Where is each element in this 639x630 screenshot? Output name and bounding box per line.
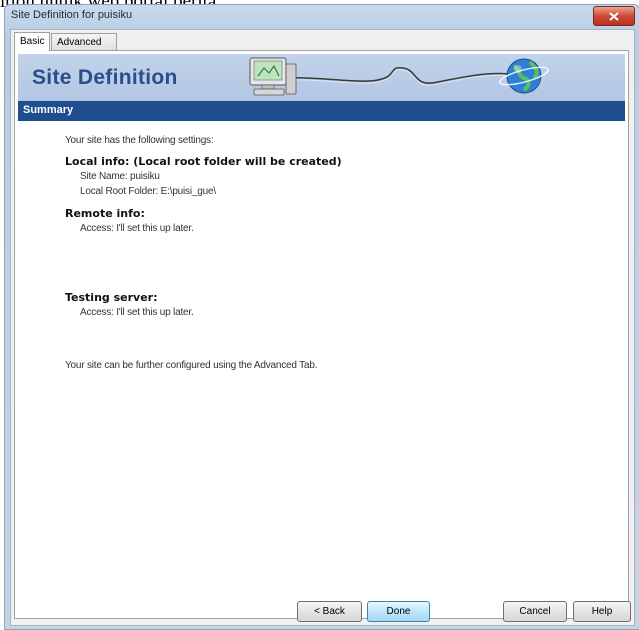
header-banner: Site Definition (18, 54, 625, 101)
back-button[interactable]: < Back (297, 601, 362, 622)
advanced-tab-note: Your site can be further configured usin… (65, 360, 318, 371)
tab-advanced[interactable]: Advanced (51, 33, 117, 50)
computer-icon (249, 57, 297, 96)
help-button[interactable]: Help (573, 601, 631, 622)
banner-illustration (249, 57, 549, 96)
remote-info-heading: Remote info: (65, 207, 145, 220)
local-root-folder-text: Local Root Folder: E:\puisi_gue\ (80, 186, 216, 197)
done-button[interactable]: Done (367, 601, 430, 622)
cancel-button[interactable]: Cancel (503, 601, 567, 622)
site-name-text: Site Name: puisiku (80, 171, 160, 182)
close-icon (609, 11, 619, 21)
testing-access-text: Access: I'll set this up later. (80, 307, 194, 318)
basic-tab-panel: Site Definition Summary Your site has th… (14, 50, 629, 619)
dialog-client-area: Basic Advanced Site Definition Summary Y… (10, 29, 635, 626)
local-info-heading: Local info: (Local root folder will be c… (65, 155, 342, 168)
intro-text: Your site has the following settings: (65, 135, 214, 146)
close-button[interactable] (593, 6, 635, 26)
summary-header: Summary (18, 101, 625, 121)
remote-access-text: Access: I'll set this up later. (80, 223, 194, 234)
title-bar[interactable]: Site Definition for puisiku (5, 5, 639, 29)
window-title: Site Definition for puisiku (11, 9, 133, 21)
tab-basic[interactable]: Basic (14, 32, 50, 51)
site-definition-dialog: Site Definition for puisiku Basic Advanc… (4, 4, 639, 630)
globe-icon (499, 58, 549, 94)
testing-server-heading: Testing server: (65, 291, 158, 304)
summary-title: Summary (23, 104, 74, 116)
